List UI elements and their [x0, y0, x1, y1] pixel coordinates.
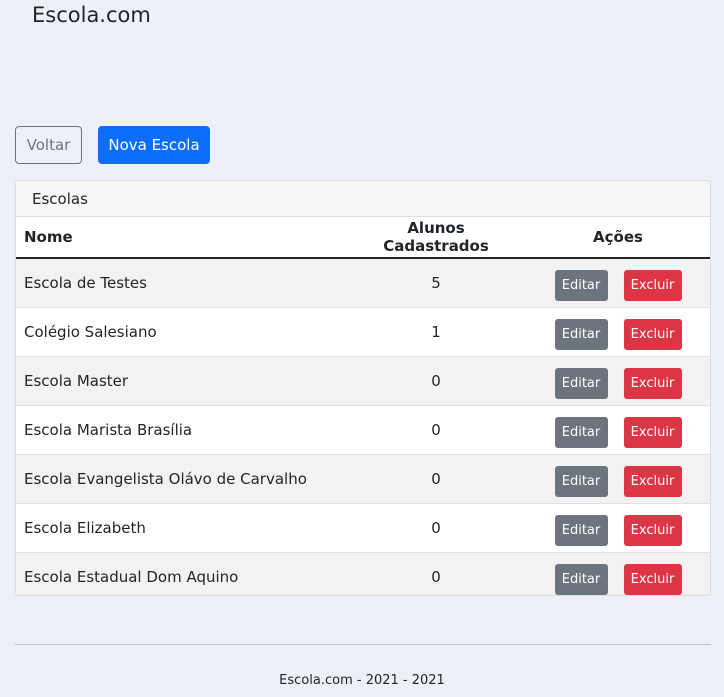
edit-button[interactable]: Editar	[554, 514, 608, 546]
delete-button[interactable]: Excluir	[623, 563, 682, 595]
table-row: Escola Elizabeth 0 Editar Excluir	[16, 503, 710, 553]
student-count: 0	[346, 356, 526, 406]
new-school-button[interactable]: Nova Escola	[98, 126, 210, 164]
table-row: Escola de Testes 5 Editar Excluir	[16, 258, 710, 308]
schools-table: Nome Alunos Cadastrados Ações Escola de …	[16, 217, 710, 595]
edit-button[interactable]: Editar	[554, 269, 608, 301]
edit-button[interactable]: Editar	[554, 367, 608, 399]
student-count: 1	[346, 307, 526, 357]
edit-button[interactable]: Editar	[554, 465, 608, 497]
table-row: Escola Master 0 Editar Excluir	[16, 356, 710, 406]
table-header-row: Nome Alunos Cadastrados Ações	[16, 217, 710, 259]
edit-button[interactable]: Editar	[554, 318, 608, 350]
header-name: Nome	[16, 217, 346, 259]
delete-button[interactable]: Excluir	[623, 367, 682, 399]
table-row: Escola Estadual Dom Aquino 0 Editar Excl…	[16, 552, 710, 595]
card-title: Escolas	[16, 181, 710, 217]
brand-title[interactable]: Escola.com	[32, 3, 151, 27]
school-name: Colégio Salesiano	[16, 307, 346, 357]
school-name: Escola de Testes	[16, 258, 346, 308]
delete-button[interactable]: Excluir	[623, 269, 682, 301]
school-name: Escola Estadual Dom Aquino	[16, 552, 346, 595]
school-name: Escola Master	[16, 356, 346, 406]
footer-divider	[15, 644, 711, 645]
school-name: Escola Evangelista Olávo de Carvalho	[16, 454, 346, 504]
school-name: Escola Marista Brasília	[16, 405, 346, 455]
table-row: Escola Marista Brasília 0 Editar Excluir	[16, 405, 710, 455]
student-count: 0	[346, 503, 526, 553]
student-count: 0	[346, 454, 526, 504]
edit-button[interactable]: Editar	[554, 416, 608, 448]
footer-text: Escola.com - 2021 - 2021	[279, 673, 445, 688]
header-actions: Ações	[526, 217, 710, 259]
delete-button[interactable]: Excluir	[623, 416, 682, 448]
delete-button[interactable]: Excluir	[623, 514, 682, 546]
table-row: Colégio Salesiano 1 Editar Excluir	[16, 307, 710, 357]
delete-button[interactable]: Excluir	[623, 465, 682, 497]
delete-button[interactable]: Excluir	[623, 318, 682, 350]
student-count: 5	[346, 258, 526, 308]
student-count: 0	[346, 552, 526, 595]
table-row: Escola Evangelista Olávo de Carvalho 0 E…	[16, 454, 710, 504]
edit-button[interactable]: Editar	[554, 563, 608, 595]
header-students: Alunos Cadastrados	[346, 217, 526, 259]
schools-card: Escolas Nome Alunos Cadastrados Ações Es…	[15, 180, 711, 596]
school-name: Escola Elizabeth	[16, 503, 346, 553]
student-count: 0	[346, 405, 526, 455]
back-button[interactable]: Voltar	[15, 126, 82, 164]
